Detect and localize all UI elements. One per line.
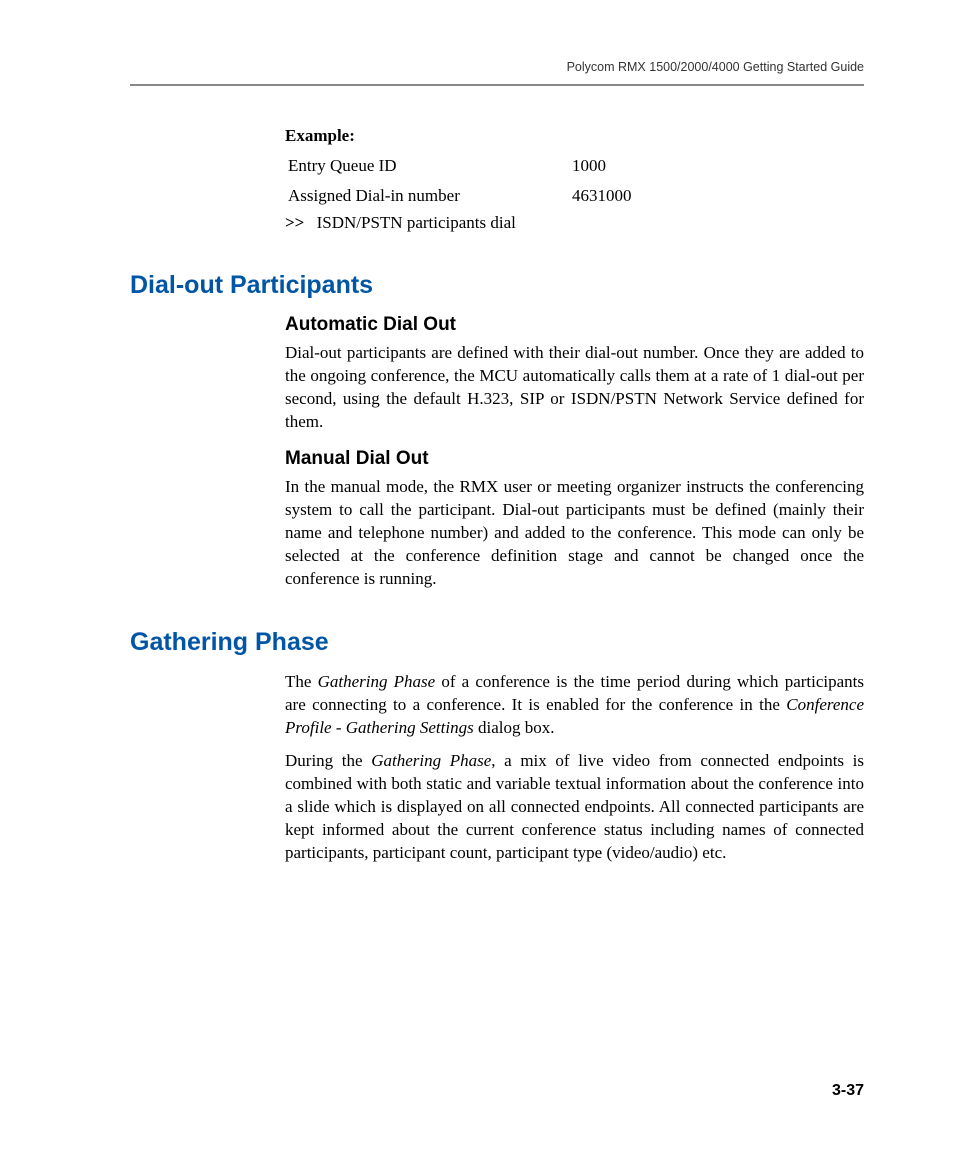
paragraph: In the manual mode, the RMX user or meet… [285, 476, 864, 591]
heading-automatic-dial-out: Automatic Dial Out [285, 314, 864, 336]
paragraph: Dial-out participants are defined with t… [285, 342, 864, 434]
table-row: Assigned Dial-in number 4631000 [287, 182, 633, 210]
example-table: Entry Queue ID 1000 Assigned Dial-in num… [285, 150, 635, 211]
dial-line: >> ISDN/PSTN participants dial [285, 213, 864, 233]
text-run: During the [285, 751, 371, 770]
example-row-value: 4631000 [571, 182, 633, 210]
example-row-value: 1000 [571, 152, 633, 180]
heading-manual-dial-out: Manual Dial Out [285, 448, 864, 470]
paragraph: During the Gathering Phase, a mix of liv… [285, 750, 864, 865]
text-run: The [285, 672, 318, 691]
example-row-label: Entry Queue ID [287, 152, 569, 180]
example-row-label: Assigned Dial-in number [287, 182, 569, 210]
text-run: dialog box. [474, 718, 555, 737]
running-header: Polycom RMX 1500/2000/4000 Getting Start… [130, 60, 864, 74]
example-label: Example: [285, 126, 864, 146]
italic-term: Gathering Phase [371, 751, 491, 770]
arrow-icon: >> [285, 213, 304, 232]
page-number: 3-37 [832, 1082, 864, 1100]
table-row: Entry Queue ID 1000 [287, 152, 633, 180]
dial-text: ISDN/PSTN participants dial [317, 213, 516, 232]
italic-term: Gathering Phase [318, 672, 436, 691]
header-rule [130, 84, 864, 86]
paragraph: The Gathering Phase of a conference is t… [285, 671, 864, 740]
heading-gathering-phase: Gathering Phase [130, 628, 864, 657]
heading-dial-out-participants: Dial-out Participants [130, 271, 864, 300]
